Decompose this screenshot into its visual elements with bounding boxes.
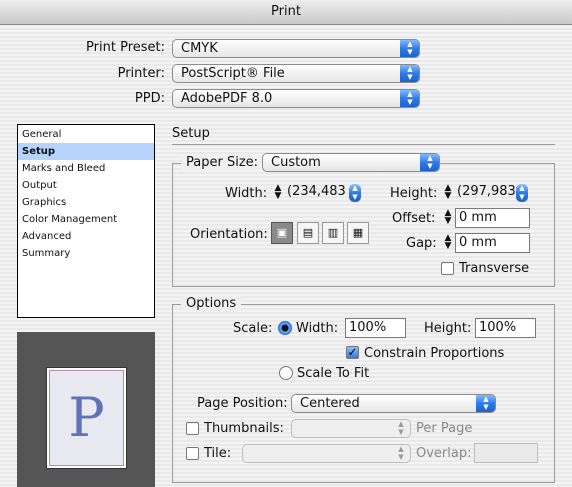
orientation-reverse-landscape-icon[interactable]: ▦ <box>347 222 369 244</box>
gap-label: Gap: <box>406 236 437 251</box>
popup-arrows-icon: ▲ ▼ <box>476 395 495 412</box>
scale-height-field[interactable]: 100% <box>475 318 536 338</box>
paper-size-popup[interactable]: Custom ▲ ▼ <box>262 153 440 172</box>
height-stepper[interactable]: ▲ ▼ <box>442 184 454 201</box>
popup-arrows-icon: ▲ ▼ <box>400 90 419 107</box>
tile-label: Tile: <box>204 446 232 461</box>
popup-arrows-icon: ▲ ▼ <box>400 65 419 82</box>
height-label: Height: <box>390 186 438 201</box>
printer-value: PostScript® File <box>181 66 285 81</box>
window-title: Print <box>271 4 301 19</box>
thumbnails-popup[interactable]: ▲ ▼ <box>291 419 411 438</box>
page-position-label: Page Position: <box>197 396 288 411</box>
popup-arrows-icon: ▲ ▼ <box>398 420 404 436</box>
offset-field[interactable]: 0 mm <box>455 208 530 228</box>
list-item-setup[interactable]: Setup <box>18 143 154 160</box>
transverse-label: Transverse <box>459 261 530 276</box>
gap-stepper[interactable]: ▲ ▼ <box>442 234 454 251</box>
ppd-value: AdobePDF 8.0 <box>181 91 273 106</box>
page-position-popup[interactable]: Centered ▲ ▼ <box>291 394 496 413</box>
offset-label: Offset: <box>392 211 436 226</box>
scale-label: Scale: <box>233 321 273 336</box>
orientation-reverse-portrait-icon[interactable]: ▥ <box>322 222 344 244</box>
scale-to-fit-label: Scale To Fit <box>297 366 370 381</box>
transverse-checkbox[interactable] <box>441 262 454 275</box>
width-spin-icon[interactable]: ▲ ▼ <box>349 184 361 202</box>
printer-label: Printer: <box>117 66 165 81</box>
width-stepper[interactable]: ▲ ▼ <box>272 184 284 201</box>
paper-size-label: Paper Size: <box>181 155 264 170</box>
width-field[interactable]: (234,483 <box>285 183 349 203</box>
ppd-popup[interactable]: AdobePDF 8.0 ▲ ▼ <box>172 89 420 108</box>
list-item-color-management[interactable]: Color Management <box>18 211 154 228</box>
list-item-graphics[interactable]: Graphics <box>18 194 154 211</box>
preview-letter: P <box>49 370 124 466</box>
setup-divider <box>172 144 555 145</box>
width-label: Width: <box>225 186 268 201</box>
constrain-proportions-label: Constrain Proportions <box>364 346 505 361</box>
scale-height-label: Height: <box>424 321 472 336</box>
list-item-summary[interactable]: Summary <box>18 245 154 262</box>
orientation-label: Orientation: <box>190 227 268 242</box>
orientation-portrait-icon[interactable]: ▣ <box>271 222 293 244</box>
list-item-marks-and-bleed[interactable]: Marks and Bleed <box>18 160 154 177</box>
options-title: Options <box>181 296 242 311</box>
popup-arrows-icon: ▲ ▼ <box>400 40 419 57</box>
setup-title: Setup <box>172 126 210 141</box>
paper-size-value: Custom <box>271 155 321 170</box>
height-spin-icon[interactable]: ▲ ▼ <box>516 184 528 202</box>
orientation-landscape-icon[interactable]: ▤ <box>297 222 319 244</box>
per-page-label: Per Page <box>416 421 473 436</box>
list-item-general[interactable]: General <box>18 126 154 143</box>
thumbnails-label: Thumbnails: <box>204 421 284 436</box>
scale-width-radio[interactable] <box>278 321 292 335</box>
page-preview: P <box>17 332 155 487</box>
window-title-bar: Print <box>0 0 572 25</box>
list-item-advanced[interactable]: Advanced <box>18 228 154 245</box>
print-preset-label: Print Preset: <box>86 40 165 55</box>
print-preset-value: CMYK <box>181 41 218 56</box>
offset-stepper[interactable]: ▲ ▼ <box>442 209 454 226</box>
overlap-field[interactable] <box>474 443 538 463</box>
constrain-proportions-checkbox[interactable]: ✓ <box>346 346 359 359</box>
popup-arrows-icon: ▲ ▼ <box>420 154 439 171</box>
category-list[interactable]: General Setup Marks and Bleed Output Gra… <box>17 124 155 318</box>
list-item-output[interactable]: Output <box>18 177 154 194</box>
printer-popup[interactable]: PostScript® File ▲ ▼ <box>172 64 420 83</box>
height-field[interactable]: (297,983 <box>455 183 517 203</box>
scale-to-fit-radio[interactable] <box>279 366 293 380</box>
page-position-value: Centered <box>300 396 360 411</box>
print-preset-popup[interactable]: CMYK ▲ ▼ <box>172 39 420 58</box>
thumbnails-checkbox[interactable] <box>186 422 199 435</box>
overlap-label: Overlap: <box>416 446 472 461</box>
preview-page: P <box>46 367 127 469</box>
gap-field[interactable]: 0 mm <box>455 233 530 253</box>
ppd-label: PPD: <box>134 91 165 106</box>
scale-width-label: Width: <box>296 321 339 336</box>
tile-checkbox[interactable] <box>186 447 199 460</box>
popup-arrows-icon: ▲ ▼ <box>398 445 404 461</box>
tile-popup[interactable]: ▲ ▼ <box>242 444 411 463</box>
scale-width-field[interactable]: 100% <box>345 318 406 338</box>
